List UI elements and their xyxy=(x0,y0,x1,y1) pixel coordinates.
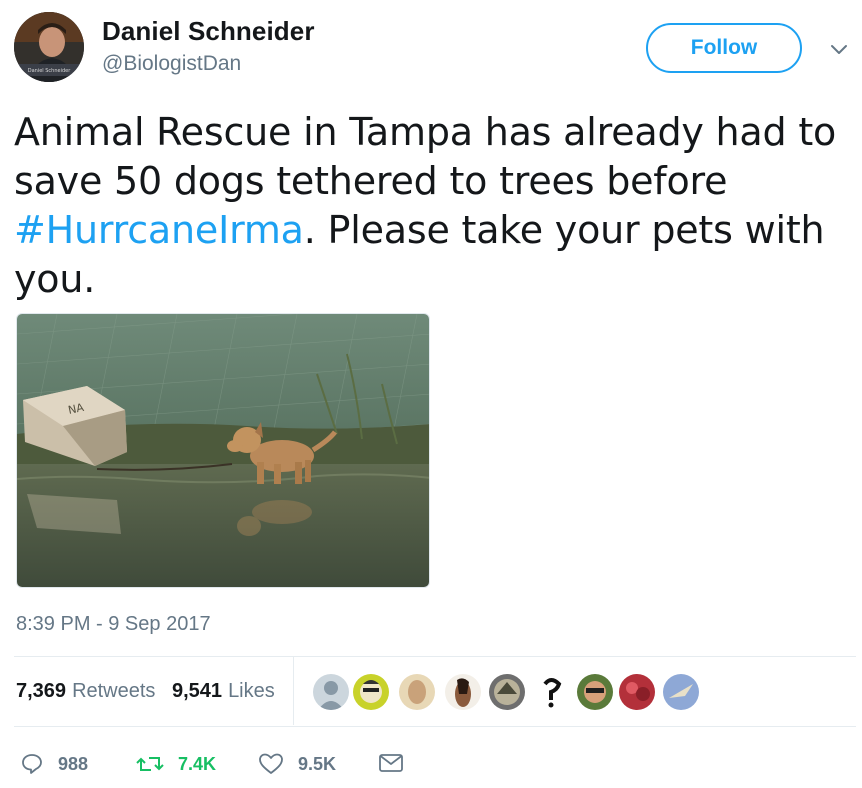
avatar-caption: Daniel Schneider xyxy=(28,68,72,74)
envelope-icon xyxy=(379,754,403,772)
heart-icon xyxy=(259,753,283,774)
liker-avatar-7[interactable] xyxy=(575,672,615,712)
chevron-down-icon[interactable] xyxy=(828,38,850,60)
direct-message-action[interactable] xyxy=(378,752,418,774)
liker-avatar-2[interactable] xyxy=(351,672,391,712)
follow-button[interactable]: Follow xyxy=(646,23,802,73)
liker-avatar-5[interactable] xyxy=(487,672,527,712)
reply-icon xyxy=(22,754,42,774)
stats-divider xyxy=(293,657,294,725)
liker-avatar-8[interactable] xyxy=(617,672,657,712)
avatar-image: Daniel Schneider xyxy=(14,12,84,82)
tweet-photo[interactable]: NA xyxy=(16,313,430,588)
divider-bottom xyxy=(14,726,856,727)
hashtag-link[interactable]: #HurrcaneIrma xyxy=(14,208,304,252)
liker-avatar-4[interactable] xyxy=(443,672,483,712)
tweet-text: Animal Rescue in Tampa has already had t… xyxy=(14,108,844,304)
liker-avatar-6[interactable] xyxy=(531,672,571,712)
likes-label: Likes xyxy=(228,680,275,702)
tweet-timestamp[interactable]: 8:39 PM - 9 Sep 2017 xyxy=(16,613,211,636)
liker-avatar-9[interactable] xyxy=(661,672,701,712)
reply-count: 988 xyxy=(58,753,89,774)
likes-stat[interactable]: 9,541 Likes xyxy=(172,680,275,703)
retweets-count: 7,369 xyxy=(16,680,67,702)
retweet-action[interactable]: 7.4K xyxy=(136,752,216,776)
author-name[interactable]: Daniel Schneider xyxy=(102,16,315,47)
retweet-icon xyxy=(136,757,164,771)
divider-top xyxy=(14,656,856,657)
like-action[interactable]: 9.5K xyxy=(258,752,336,776)
reply-action[interactable]: 988 xyxy=(20,752,88,776)
likes-count: 9,541 xyxy=(172,680,223,702)
dog-in-floodwater-image: NA xyxy=(17,314,429,587)
like-count: 9.5K xyxy=(298,753,337,774)
liker-avatar-3[interactable] xyxy=(397,672,437,712)
retweets-stat[interactable]: 7,369 Retweets xyxy=(16,680,155,703)
retweets-label: Retweets xyxy=(72,680,156,702)
author-handle[interactable]: @BiologistDan xyxy=(102,52,241,76)
tweet-text-before: Animal Rescue in Tampa has already had t… xyxy=(14,110,837,203)
liker-avatar-1[interactable] xyxy=(311,672,351,712)
retweet-count: 7.4K xyxy=(178,753,217,774)
author-avatar[interactable]: Daniel Schneider xyxy=(14,12,84,82)
